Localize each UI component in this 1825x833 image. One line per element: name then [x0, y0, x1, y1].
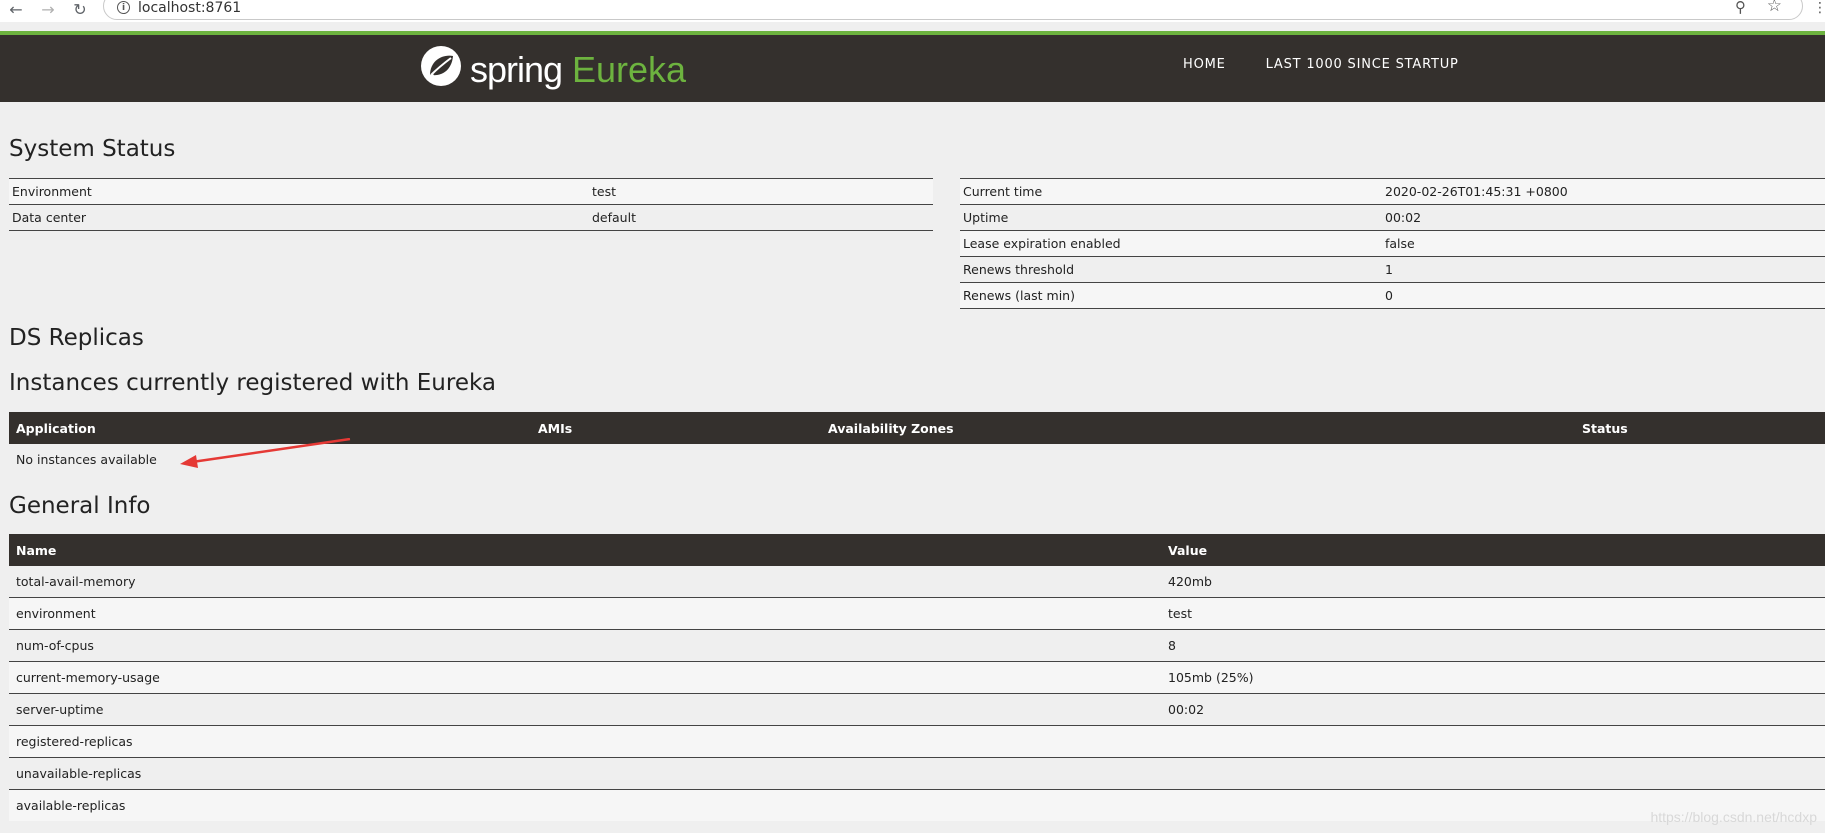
table-row: Uptime 00:02	[960, 204, 1825, 231]
reload-icon[interactable]: ↻	[70, 0, 90, 20]
browser-menu-icon[interactable]: ⋮	[1813, 0, 1825, 16]
site-header: spring Eureka HOME LAST 1000 SINCE START…	[0, 31, 1825, 102]
table-row: num-of-cpus 8	[9, 629, 1825, 662]
info-value: 105mb (25%)	[1161, 661, 1825, 694]
table-row: total-avail-memory 420mb	[9, 566, 1825, 598]
general-info-title: General Info	[9, 493, 151, 519]
column-header-amis: AMIs	[531, 412, 821, 444]
instances-title: Instances currently registered with Eure…	[9, 370, 496, 396]
status-value: 00:02	[1382, 204, 1825, 231]
info-name: available-replicas	[9, 789, 1161, 821]
zoom-icon[interactable]: ⚲	[1735, 0, 1746, 16]
table-row: available-replicas	[9, 789, 1825, 821]
info-value: 420mb	[1161, 566, 1825, 598]
info-name: unavailable-replicas	[9, 757, 1161, 790]
info-name: registered-replicas	[9, 725, 1161, 758]
table-row: environment test	[9, 597, 1825, 630]
system-status-title: System Status	[9, 136, 176, 162]
ds-replicas-title: DS Replicas	[9, 325, 144, 351]
table-row: Lease expiration enabled false	[960, 230, 1825, 257]
back-arrow-icon[interactable]: ←	[6, 0, 26, 20]
info-name: server-uptime	[9, 693, 1161, 726]
address-url[interactable]: localhost:8761	[138, 0, 241, 16]
table-row: Current time 2020-02-26T01:45:31 +0800	[960, 178, 1825, 205]
table-row: Renews (last min) 0	[960, 282, 1825, 309]
status-value: default	[589, 204, 933, 231]
status-label: Environment	[9, 178, 589, 205]
info-value: 8	[1161, 629, 1825, 662]
status-label: Lease expiration enabled	[960, 230, 1382, 257]
table-row: server-uptime 00:02	[9, 693, 1825, 726]
status-value: false	[1382, 230, 1825, 257]
status-label: Renews threshold	[960, 256, 1382, 283]
status-label: Renews (last min)	[960, 282, 1382, 309]
table-header-row: Name Value	[9, 534, 1825, 566]
brand-spring: spring	[470, 49, 563, 90]
site-info-icon[interactable]: i	[117, 1, 130, 14]
system-status-right-table: Current time 2020-02-26T01:45:31 +0800 U…	[960, 178, 1825, 309]
info-name: num-of-cpus	[9, 629, 1161, 662]
general-info-table: Name Value total-avail-memory 420mb envi…	[9, 534, 1825, 821]
table-row: Renews threshold 1	[960, 256, 1825, 283]
info-value: 00:02	[1161, 693, 1825, 726]
table-row: Environment test	[9, 178, 933, 205]
watermark: https://blog.csdn.net/hcdxp	[1650, 809, 1817, 825]
info-value: test	[1161, 597, 1825, 630]
system-status-left-table: Environment test Data center default	[9, 178, 933, 231]
table-row: registered-replicas	[9, 725, 1825, 758]
info-value	[1161, 725, 1825, 758]
status-value: 2020-02-26T01:45:31 +0800	[1382, 178, 1825, 205]
brand-eureka: Eureka	[572, 49, 687, 90]
column-header-status: Status	[1575, 412, 1825, 444]
annotation-arrow-icon	[180, 438, 351, 468]
header-nav: HOME LAST 1000 SINCE STARTUP	[1183, 57, 1494, 72]
table-row: Data center default	[9, 204, 933, 231]
address-bar[interactable]: i localhost:8761 ⚲ ☆	[103, 0, 1803, 20]
forward-arrow-icon[interactable]: →	[38, 0, 58, 20]
table-row: current-memory-usage 105mb (25%)	[9, 661, 1825, 694]
nav-last1000-link[interactable]: LAST 1000 SINCE STARTUP	[1266, 57, 1459, 72]
info-name: environment	[9, 597, 1161, 630]
status-label: Uptime	[960, 204, 1382, 231]
nav-home-link[interactable]: HOME	[1183, 57, 1226, 72]
status-value: 1	[1382, 256, 1825, 283]
status-label: Current time	[960, 178, 1382, 205]
table-row: unavailable-replicas	[9, 757, 1825, 790]
column-header-value: Value	[1161, 534, 1825, 566]
column-header-name: Name	[9, 534, 1161, 566]
column-header-availability-zones: Availability Zones	[821, 412, 1575, 444]
info-name: total-avail-memory	[9, 566, 1161, 598]
status-value: 0	[1382, 282, 1825, 309]
browser-toolbar: ← → ↻ i localhost:8761 ⚲ ☆ ⋮	[0, 0, 1825, 22]
status-label: Data center	[9, 204, 589, 231]
spring-leaf-icon	[421, 46, 461, 86]
status-value: test	[589, 178, 933, 205]
bookmark-star-icon[interactable]: ☆	[1767, 0, 1782, 16]
info-value	[1161, 757, 1825, 790]
info-name: current-memory-usage	[9, 661, 1161, 694]
